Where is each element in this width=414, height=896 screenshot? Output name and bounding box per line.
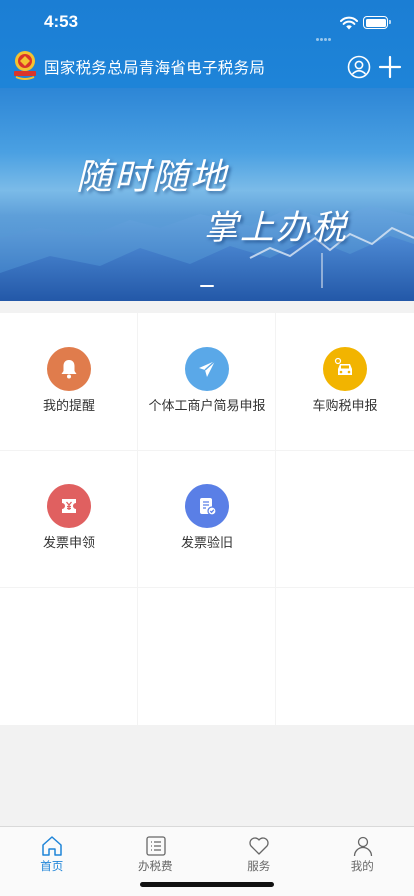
car-icon xyxy=(323,347,367,391)
wifi-icon xyxy=(340,16,358,30)
tab-label: 我的 xyxy=(350,859,374,873)
heart-icon xyxy=(249,837,269,855)
tab-tax-handling[interactable]: 办税费 xyxy=(104,827,208,877)
paper-plane-icon xyxy=(185,347,229,391)
service-vehicle-tax-filing[interactable]: 车购税申报 xyxy=(276,313,414,450)
user-account-icon[interactable] xyxy=(347,55,371,79)
page-title: 国家税务总局青海省电子税务局 xyxy=(44,59,266,77)
status-bar: 4:53 xyxy=(0,0,414,44)
battery-icon xyxy=(363,16,391,29)
tab-label: 服务 xyxy=(247,859,271,873)
home-icon xyxy=(42,836,62,856)
service-label: 车购税申报 xyxy=(312,399,378,414)
person-icon xyxy=(353,836,372,857)
ticket-yen-icon xyxy=(47,484,91,528)
add-icon[interactable] xyxy=(378,55,402,79)
service-label: 我的提醒 xyxy=(42,399,95,414)
tab-label: 办税费 xyxy=(138,859,173,873)
service-label: 发票验旧 xyxy=(180,536,233,551)
service-label: 个体工商户简易申报 xyxy=(148,399,266,414)
grid-divider xyxy=(0,587,414,588)
bell-icon xyxy=(47,347,91,391)
tax-emblem-logo xyxy=(14,51,36,80)
carousel-indicator xyxy=(200,285,214,287)
promo-banner[interactable]: 随时随地 掌上办税 xyxy=(0,88,414,301)
grid-divider xyxy=(0,450,414,451)
tab-mine[interactable]: 我的 xyxy=(311,827,414,877)
service-my-reminder[interactable]: 我的提醒 xyxy=(0,313,138,450)
tab-home[interactable]: 首页 xyxy=(0,827,104,877)
home-indicator[interactable] xyxy=(140,882,274,887)
banner-slogan-2: 掌上办税 xyxy=(204,208,348,248)
service-invoice-application[interactable]: 发票申领 xyxy=(0,450,138,587)
tab-label: 首页 xyxy=(40,859,64,873)
banner-slogan-1: 随时随地 xyxy=(76,157,229,198)
document-check-icon xyxy=(185,484,229,528)
grid-divider xyxy=(137,313,138,725)
list-icon xyxy=(145,836,166,856)
service-invoice-verification[interactable]: 发票验旧 xyxy=(138,450,276,587)
tab-services[interactable]: 服务 xyxy=(207,827,311,877)
signal-icon xyxy=(316,26,334,41)
service-label: 发票申领 xyxy=(42,536,95,551)
status-time: 4:53 xyxy=(44,12,79,31)
service-grid: 我的提醒 个体工商户简易申报 车购税申报 发票申领 发票验旧 xyxy=(0,313,414,725)
grid-divider xyxy=(275,313,276,725)
app-header: 4:53 国家税务总局青海省电子税务局 xyxy=(0,0,414,88)
service-individual-business-filing[interactable]: 个体工商户简易申报 xyxy=(138,313,276,450)
